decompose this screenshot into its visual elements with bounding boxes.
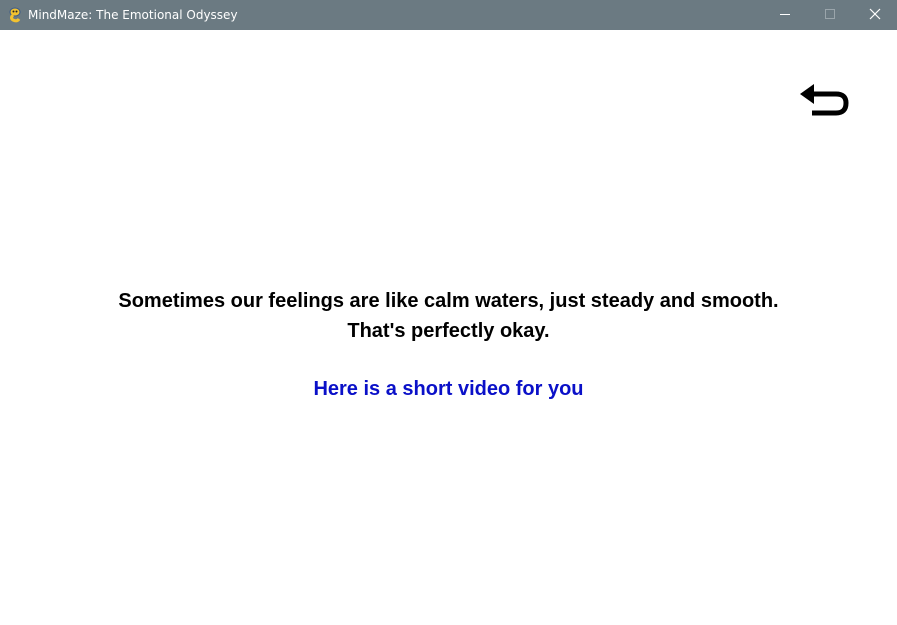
app-window: MindMaze: The Emotional Odyssey Sometime… bbox=[0, 0, 897, 625]
close-icon bbox=[869, 8, 881, 20]
title-bar[interactable]: MindMaze: The Emotional Odyssey bbox=[0, 0, 897, 30]
message-line-2: That's perfectly okay. bbox=[347, 320, 550, 342]
maximize-button[interactable] bbox=[807, 0, 853, 30]
back-arrow-icon bbox=[800, 84, 849, 116]
message-line-1: Sometimes our feelings are like calm wat… bbox=[118, 290, 779, 312]
feelings-message: Sometimes our feelings are like calm wat… bbox=[0, 286, 897, 346]
video-link[interactable]: Here is a short video for you bbox=[0, 374, 897, 404]
maximize-icon bbox=[825, 9, 835, 19]
back-button[interactable] bbox=[798, 80, 852, 122]
minimize-button[interactable] bbox=[762, 0, 808, 30]
close-button[interactable] bbox=[852, 0, 897, 30]
window-title: MindMaze: The Emotional Odyssey bbox=[28, 8, 238, 22]
minimize-icon bbox=[780, 14, 790, 15]
game-screen: Sometimes our feelings are like calm wat… bbox=[0, 30, 897, 625]
pygame-snake-icon bbox=[8, 7, 22, 23]
